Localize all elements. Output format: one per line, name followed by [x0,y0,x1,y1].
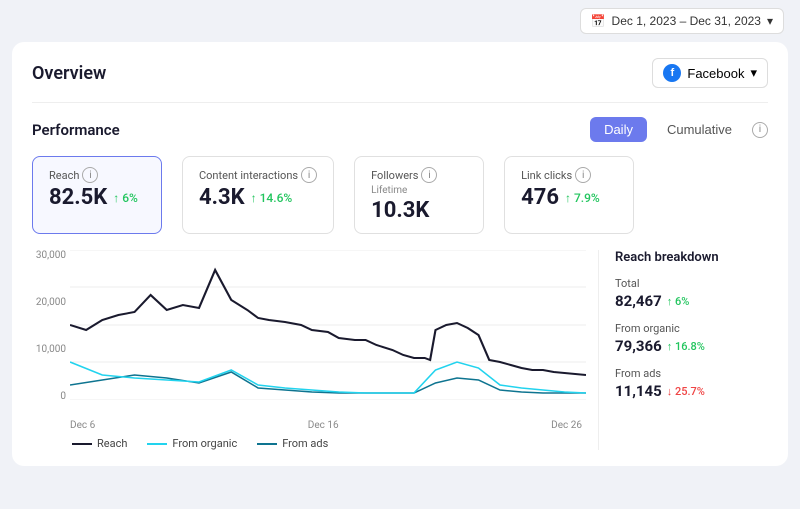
breakdown-total-value: 82,467 ↑ 6% [615,292,768,310]
metric-reach-value: 82.5K ↑ 6% [49,185,145,210]
breakdown-organic-value: 79,366 ↑ 16.8% [615,337,768,355]
x-label-dec6: Dec 6 [70,420,95,431]
info-icon[interactable]: i [752,122,768,138]
performance-title: Performance [32,121,120,139]
metric-interactions: Content interactions i 4.3K ↑ 14.6% [182,156,334,234]
breakdown-total: Total 82,467 ↑ 6% [615,277,768,310]
y-label-10k: 10,000 [32,344,66,355]
performance-header: Performance Daily Cumulative i [32,117,768,142]
from-ads-line [70,372,586,393]
platform-chevron-icon: ▾ [750,65,757,81]
tab-group: Daily Cumulative i [590,117,768,142]
from-organic-line [70,362,586,393]
breakdown-title: Reach breakdown [615,250,768,265]
followers-info-icon[interactable]: i [421,167,437,183]
legend-ads: From ads [257,437,328,450]
legend-reach-line [72,443,92,445]
legend-reach: Reach [72,437,127,450]
metric-followers-value: 10.3K [371,198,467,223]
reach-breakdown: Reach breakdown Total 82,467 ↑ 6% From o… [598,250,768,450]
metric-link-clicks-value: 476 ↑ 7.9% [521,185,617,210]
legend-reach-label: Reach [97,437,127,450]
chart-legend: Reach From organic From ads [32,437,586,450]
x-label-dec16: Dec 16 [308,420,339,431]
breakdown-organic-label: From organic [615,322,768,335]
legend-organic-label: From organic [172,437,237,450]
legend-organic: From organic [147,437,237,450]
main-card: Overview f Facebook ▾ Performance Daily … [12,42,788,466]
metric-followers-label: Followers i [371,167,467,183]
metric-link-clicks: Link clicks i 476 ↑ 7.9% [504,156,634,234]
metrics-row: Reach i 82.5K ↑ 6% Content interactions … [32,156,768,234]
legend-organic-line [147,443,167,445]
chart-svg [70,250,586,400]
breakdown-ads: From ads 11,145 ↓ 25.7% [615,367,768,400]
breakdown-ads-change: ↓ 25.7% [667,385,705,398]
y-label-20k: 20,000 [32,297,66,308]
link-clicks-info-icon[interactable]: i [575,167,591,183]
chart-container: 30,000 20,000 10,000 0 [32,250,586,450]
y-label-30k: 30,000 [32,250,66,261]
metric-interactions-value: 4.3K ↑ 14.6% [199,185,317,210]
legend-ads-label: From ads [282,437,328,450]
platform-label: Facebook [687,66,744,81]
link-clicks-change: ↑ 7.9% [565,191,600,205]
calendar-icon: 📅 [591,14,606,28]
breakdown-organic: From organic 79,366 ↑ 16.8% [615,322,768,355]
overview-header: Overview f Facebook ▾ [32,58,768,88]
tab-daily[interactable]: Daily [590,117,647,142]
performance-section: Performance Daily Cumulative i Reach i 8… [32,102,768,450]
top-bar: 📅 Dec 1, 2023 – Dec 31, 2023 ▾ [0,0,800,42]
breakdown-total-label: Total [615,277,768,290]
reach-info-icon[interactable]: i [82,167,98,183]
metric-reach: Reach i 82.5K ↑ 6% [32,156,162,234]
breakdown-organic-change: ↑ 16.8% [667,340,705,353]
chevron-down-icon: ▾ [767,14,773,28]
chart-area: 30,000 20,000 10,000 0 [32,250,768,450]
metric-followers: Followers i Lifetime 10.3K [354,156,484,234]
date-range-button[interactable]: 📅 Dec 1, 2023 – Dec 31, 2023 ▾ [580,8,784,34]
platform-selector[interactable]: f Facebook ▾ [652,58,768,88]
interactions-info-icon[interactable]: i [301,167,317,183]
breakdown-ads-label: From ads [615,367,768,380]
followers-sublabel: Lifetime [371,185,467,196]
interactions-change: ↑ 14.6% [251,191,293,205]
reach-line [70,270,586,375]
metric-reach-label: Reach i [49,167,145,183]
y-label-0: 0 [32,391,66,402]
overview-title: Overview [32,63,106,84]
facebook-icon: f [663,64,681,82]
reach-change: ↑ 6% [113,191,138,205]
x-label-dec26: Dec 26 [551,420,582,431]
metric-link-clicks-label: Link clicks i [521,167,617,183]
legend-ads-line [257,443,277,445]
metric-interactions-label: Content interactions i [199,167,317,183]
tab-cumulative[interactable]: Cumulative [653,117,746,142]
breakdown-total-change: ↑ 6% [667,295,690,308]
date-range-label: Dec 1, 2023 – Dec 31, 2023 [612,14,761,28]
breakdown-ads-value: 11,145 ↓ 25.7% [615,382,768,400]
